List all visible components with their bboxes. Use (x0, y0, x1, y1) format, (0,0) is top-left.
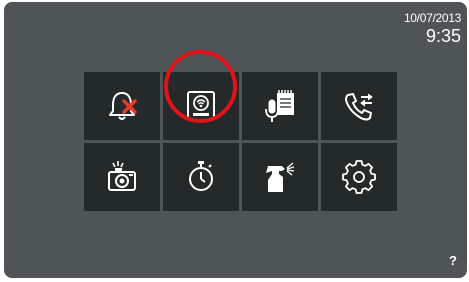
intercom-panel-tile[interactable] (163, 72, 239, 140)
timer-tile[interactable] (163, 143, 239, 211)
photo-memory-tile[interactable] (84, 143, 160, 211)
microphone-notepad-icon (265, 90, 294, 122)
help-button[interactable]: ? (449, 253, 457, 268)
settings-tile[interactable] (321, 143, 397, 211)
main-menu-grid (84, 72, 397, 212)
spray-bottle-icon (266, 162, 295, 192)
mute-ringer-tile[interactable] (84, 72, 160, 140)
gear-icon (342, 160, 376, 194)
bell-mute-icon (109, 92, 137, 120)
camera-flash-icon (108, 161, 136, 191)
call-forward-tile[interactable] (321, 72, 397, 140)
cleaning-mode-tile[interactable] (242, 143, 318, 211)
date-display: 10/07/2013 (403, 11, 461, 25)
time-display: 9:35 (425, 26, 461, 46)
stopwatch-icon (189, 161, 213, 191)
door-panel-camera-icon (187, 91, 215, 121)
phone-transfer-icon (345, 93, 373, 121)
voice-memo-tile[interactable] (242, 72, 318, 140)
device-screen: 10/07/2013 9:35 ? (4, 2, 467, 278)
